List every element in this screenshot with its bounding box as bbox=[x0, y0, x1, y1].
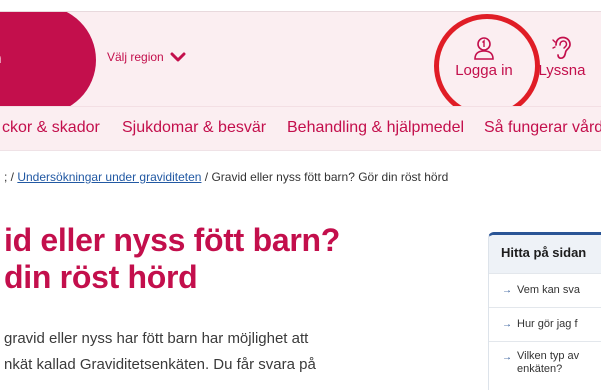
chevron-down-icon bbox=[170, 52, 186, 62]
intro-line-1: gravid eller nyss har fött barn har möjl… bbox=[4, 330, 309, 347]
nav-divider bbox=[0, 150, 601, 151]
arrow-right-icon: → bbox=[502, 285, 512, 296]
panel-heading: Hitta på sidan bbox=[489, 235, 601, 273]
panel-link-who-can-answer[interactable]: → Vem kan sva bbox=[489, 273, 601, 307]
panel-link-how-do-i[interactable]: → Hur gör jag f bbox=[489, 307, 601, 341]
title-line-1: id eller nyss fött barn? bbox=[4, 222, 340, 258]
login-button[interactable]: Logga in bbox=[449, 36, 519, 80]
top-strip bbox=[0, 0, 601, 12]
nav-item-diseases[interactable]: Sjukdomar & besvär bbox=[122, 119, 266, 137]
panel-link-label: Vilken typ av bbox=[517, 350, 580, 362]
nav-item-treatment[interactable]: Behandling & hjälpmedel bbox=[287, 119, 464, 137]
panel-link-label: Hur gör jag f bbox=[517, 318, 578, 330]
nav-item-injuries[interactable]: ckor & skador bbox=[2, 119, 100, 137]
login-label: Logga in bbox=[455, 62, 513, 79]
title-line-2: din röst hörd bbox=[4, 259, 198, 295]
breadcrumb: ; / Undersökningar under graviditeten / … bbox=[4, 170, 448, 184]
breadcrumb-prefix: ; / bbox=[4, 170, 18, 184]
listen-label: Lyssna bbox=[538, 62, 586, 79]
panel-link-what-type[interactable]: → Vilken typ av enkäten? bbox=[489, 341, 601, 381]
user-circle-icon bbox=[474, 37, 494, 60]
intro-line-2: nkät kallad Graviditetsenkäten. Du får s… bbox=[4, 356, 316, 373]
page-title: id eller nyss fött barn? din röst hörd bbox=[4, 222, 424, 296]
ear-icon bbox=[552, 36, 571, 60]
brand-name: ckholm bbox=[0, 50, 2, 67]
panel-link-label-cont: enkäten? bbox=[517, 363, 563, 375]
breadcrumb-current: / Gravid eller nyss fött barn? Gör din r… bbox=[201, 170, 449, 184]
panel-link-label: Vem kan sva bbox=[517, 284, 580, 296]
logo[interactable]: ckholm bbox=[0, 12, 96, 106]
intro-paragraph: gravid eller nyss har fött barn har möjl… bbox=[4, 326, 444, 378]
on-this-page-panel: Hitta på sidan → Vem kan sva → Hur gör j… bbox=[488, 232, 601, 390]
site-header: ckholm Välj region Logga in Lyssna bbox=[0, 12, 601, 106]
region-label: Välj region bbox=[107, 50, 164, 64]
listen-button[interactable]: Lyssna bbox=[532, 36, 592, 80]
nav-item-how-care-works[interactable]: Så fungerar vård bbox=[484, 119, 601, 137]
arrow-right-icon: → bbox=[502, 319, 512, 330]
breadcrumb-link-pregnancy-exams[interactable]: Undersökningar under graviditeten bbox=[17, 170, 201, 184]
arrow-right-icon: → bbox=[502, 352, 512, 363]
region-selector[interactable]: Välj region bbox=[107, 50, 186, 64]
main-nav: ckor & skador Sjukdomar & besvär Behandl… bbox=[0, 106, 601, 150]
